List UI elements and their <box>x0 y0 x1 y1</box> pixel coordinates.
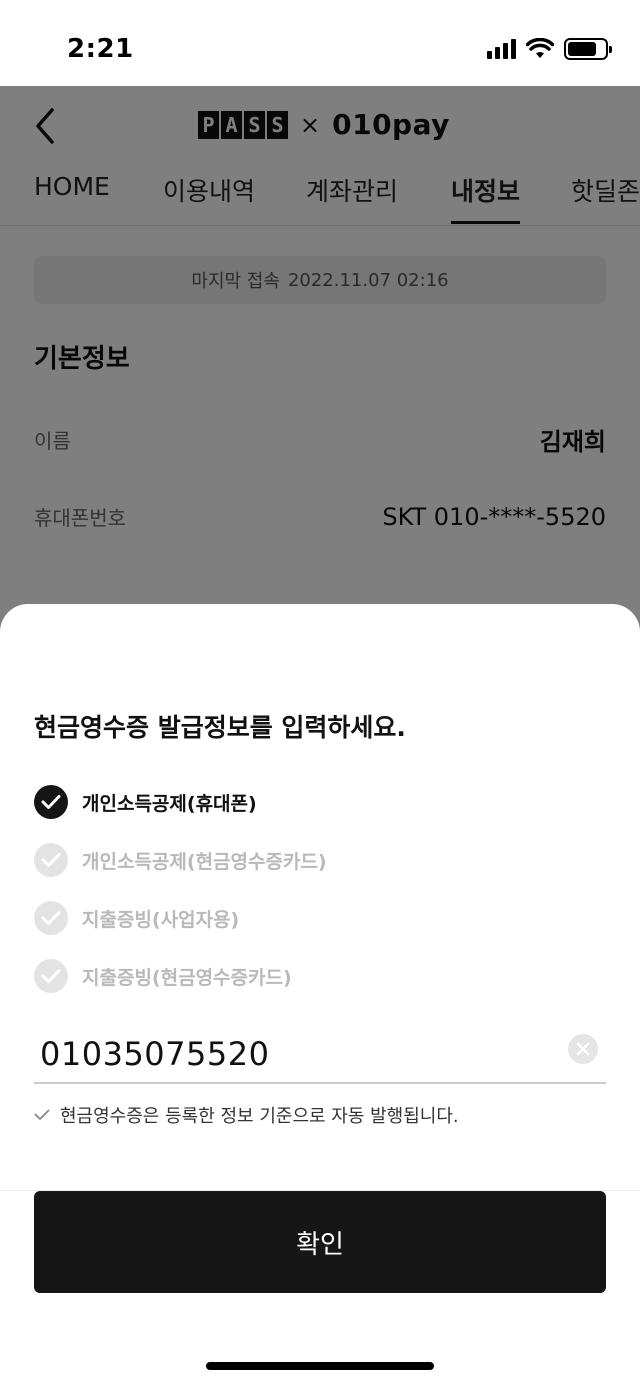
home-indicator <box>206 1362 434 1370</box>
status-time: 2:21 <box>67 34 134 64</box>
option-label: 개인소득공제(휴대폰) <box>82 792 257 815</box>
option-personal-deduction-card[interactable]: 개인소득공제(현금영수증카드) <box>34 843 327 877</box>
option-expense-proof-card[interactable]: 지출증빙(현금영수증카드) <box>34 959 292 993</box>
phone-number-input[interactable] <box>40 1028 540 1080</box>
clear-input-button[interactable] <box>568 1034 598 1064</box>
confirm-button[interactable]: 확인 <box>34 1191 606 1293</box>
wifi-icon <box>526 38 554 58</box>
clear-x-icon <box>576 1042 590 1056</box>
cash-receipt-bottom-sheet: 현금영수증 발급정보를 입력하세요. 개인소득공제(휴대폰) 개인소득공제(현금… <box>0 604 640 1386</box>
checkmark-icon <box>34 901 68 935</box>
checkmark-icon <box>34 843 68 877</box>
option-expense-proof-business[interactable]: 지출증빙(사업자용) <box>34 901 239 935</box>
small-check-icon <box>34 1109 50 1120</box>
option-personal-deduction-phone[interactable]: 개인소득공제(휴대폰) <box>34 785 257 819</box>
sheet-title: 현금영수증 발급정보를 입력하세요. <box>34 713 406 742</box>
auto-issue-note: 현금영수증은 등록한 정보 기준으로 자동 발행됩니다. <box>34 1102 459 1128</box>
status-icons <box>487 38 612 60</box>
option-label: 지출증빙(현금영수증카드) <box>82 966 292 989</box>
cellular-signal-icon <box>487 39 516 59</box>
checkmark-icon <box>34 785 68 819</box>
status-bar: 2:21 <box>0 0 640 86</box>
battery-icon <box>564 38 612 60</box>
phone-number-field-wrap <box>34 1028 606 1084</box>
checkmark-icon <box>34 959 68 993</box>
option-label: 개인소득공제(현금영수증카드) <box>82 850 327 873</box>
option-label: 지출증빙(사업자용) <box>82 908 240 931</box>
note-text: 현금영수증은 등록한 정보 기준으로 자동 발행됩니다. <box>60 1106 459 1127</box>
